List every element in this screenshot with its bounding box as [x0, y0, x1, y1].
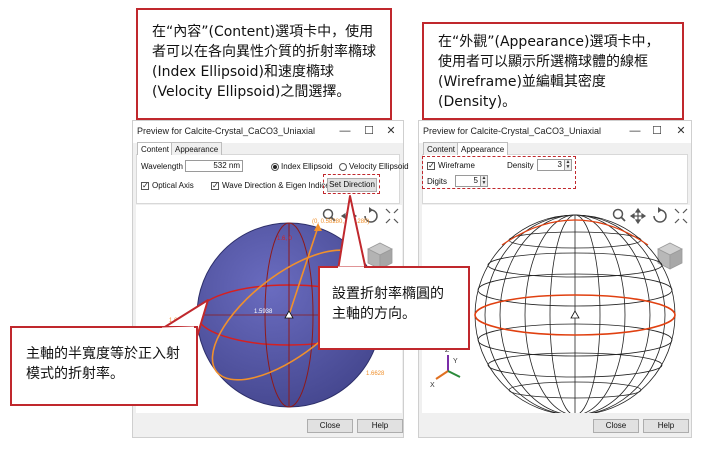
window-titlebar: Preview for Calcite-Crystal_CaCO3_Uniaxi… — [133, 121, 403, 143]
tab-appearance[interactable]: Appearance — [171, 142, 223, 155]
digits-stepper[interactable]: ▲ ▼ — [481, 175, 488, 187]
pan-icon[interactable] — [629, 207, 647, 225]
reset-rotation-icon[interactable] — [653, 207, 667, 223]
bottom-right-value-label: 1.6628 — [366, 371, 385, 377]
velocity-ellipsoid-radio[interactable] — [339, 163, 347, 171]
callout-set-direction: 設置折射率橢圓的主軸的方向。 — [318, 266, 470, 350]
optical-axis-checkbox[interactable]: ✓ — [141, 182, 149, 190]
close-icon[interactable]: ✕ — [381, 123, 401, 139]
set-direction-highlight — [323, 174, 380, 194]
callout-appearance-tab-text: 在“外觀”(Appearance)選項卡中，使用者可以顯示所選橢球體的線框(Wi… — [438, 34, 660, 110]
callout-content-tab: 在“內容”(Content)選項卡中，使用者可以在各向異性介質的折射率橢球(In… — [136, 8, 392, 120]
help-button[interactable]: Help — [643, 419, 689, 433]
maximize-icon[interactable]: ☐ — [359, 123, 379, 139]
optical-axis-label: Optical Axis — [152, 181, 194, 190]
fullscreen-icon[interactable] — [385, 208, 399, 224]
callout-semi-axis: 主軸的半寬度等於正入射模式的折射率。 — [10, 326, 198, 406]
callout-appearance-tab: 在“外觀”(Appearance)選項卡中，使用者可以顯示所選橢球體的線框(Wi… — [422, 22, 684, 120]
window-title: Preview for Calcite-Crystal_CaCO3_Uniaxi… — [423, 126, 602, 136]
wavelength-label: Wavelength — [141, 162, 183, 171]
maximize-icon[interactable]: ☐ — [647, 123, 667, 139]
wavelength-input[interactable]: 532 nm — [185, 160, 243, 172]
direction-readout-label: (0, 0.58280, 0.81280) — [312, 219, 369, 225]
minimize-icon[interactable]: — — [335, 123, 355, 139]
axis-triad-icon: Z Y X — [430, 347, 461, 389]
callout-content-tab-text: 在“內容”(Content)選項卡中，使用者可以在各向異性介質的折射率橢球(In… — [152, 24, 376, 100]
help-button[interactable]: Help — [357, 419, 403, 433]
window-title: Preview for Calcite-Crystal_CaCO3_Uniaxi… — [137, 126, 316, 136]
callout-semi-axis-text: 主軸的半寬度等於正入射模式的折射率。 — [26, 346, 180, 382]
wireframe-checkbox[interactable]: ✓ — [427, 162, 435, 170]
index-ellipsoid-label: Index Ellipsoid — [281, 162, 333, 171]
window-titlebar: Preview for Calcite-Crystal_CaCO3_Uniaxi… — [419, 121, 691, 143]
minimize-icon[interactable]: — — [625, 123, 645, 139]
svg-text:X: X — [430, 382, 435, 389]
density-input[interactable]: 3 — [537, 159, 565, 171]
top-value-label: 1.6, 0 — [277, 236, 293, 242]
tab-content[interactable]: Content — [423, 142, 460, 155]
fullscreen-icon[interactable] — [674, 208, 688, 224]
wireframe-label: Wireframe — [438, 161, 475, 170]
zoom-icon[interactable] — [612, 208, 626, 222]
tab-content[interactable]: Content — [137, 142, 174, 155]
center-value-label: 1.5938 — [254, 309, 273, 315]
left-value-label: 1.6628 — [169, 318, 188, 324]
svg-text:Y: Y — [453, 358, 458, 365]
close-icon[interactable]: ✕ — [671, 123, 691, 139]
index-ellipsoid-radio[interactable] — [271, 163, 279, 171]
close-button[interactable]: Close — [307, 419, 353, 433]
tab-appearance[interactable]: Appearance — [457, 142, 509, 155]
density-label: Density — [507, 161, 534, 170]
callout-set-direction-text: 設置折射率橢圓的主軸的方向。 — [332, 286, 444, 322]
velocity-ellipsoid-label: Velocity Ellipsoid — [349, 162, 409, 171]
wave-direction-checkbox[interactable]: ✓ — [211, 182, 219, 190]
density-stepper[interactable]: ▲ ▼ — [565, 159, 572, 171]
digits-input[interactable]: 5 — [455, 175, 481, 187]
close-button[interactable]: Close — [593, 419, 639, 433]
digits-label: Digits — [427, 177, 448, 186]
wave-direction-label: Wave Direction & Eigen Indices — [222, 181, 334, 190]
